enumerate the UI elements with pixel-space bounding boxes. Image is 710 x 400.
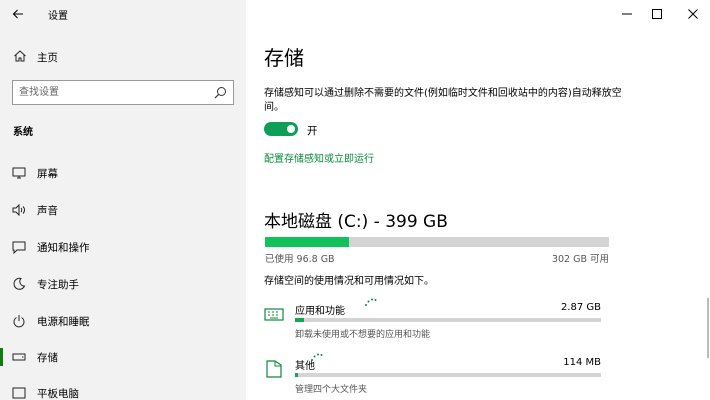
available-space-label: 302 GB 可用 bbox=[551, 254, 609, 265]
search-input[interactable] bbox=[19, 85, 209, 100]
category-usage-bar bbox=[295, 373, 601, 377]
home-label: 主页 bbox=[37, 52, 58, 64]
sidebar-item-display[interactable]: 屏幕 bbox=[0, 158, 246, 188]
category-subtitle: 卸载未使用或不想要的应用和功能 bbox=[295, 330, 431, 340]
usage-intro: 存储空间的使用情况和可用情况如下。 bbox=[264, 276, 434, 287]
speaker-icon bbox=[12, 203, 25, 217]
message-icon bbox=[12, 241, 26, 254]
toggle-state-label: 开 bbox=[307, 125, 318, 137]
moon-icon bbox=[13, 277, 26, 290]
scrollbar-thumb[interactable] bbox=[707, 298, 709, 358]
window-title: 设置 bbox=[48, 11, 68, 22]
storage-sense-description: 存储感知可以通过删除不需要的文件(例如临时文件和回收站中的内容)自动释放空间。 bbox=[264, 88, 622, 113]
display-icon bbox=[12, 167, 26, 179]
back-button[interactable] bbox=[8, 4, 28, 24]
sidebar-item-sound[interactable]: 声音 bbox=[0, 195, 246, 225]
disk-title: 本地磁盘 (C:) - 399 GB bbox=[264, 212, 448, 232]
home-icon bbox=[14, 50, 26, 62]
category-size: 2.87 GB bbox=[560, 302, 601, 313]
home-nav-item[interactable]: 主页 bbox=[0, 45, 246, 69]
scrollbar[interactable] bbox=[706, 28, 710, 400]
loading-spinner-icon bbox=[311, 353, 323, 361]
category-size: 114 MB bbox=[563, 357, 601, 368]
search-box bbox=[12, 80, 234, 105]
category-usage-fill bbox=[295, 318, 305, 322]
category-name: 应用和功能 bbox=[295, 306, 345, 317]
sidebar: 设置 主页 系统 屏幕 声音 通知和操作 专注助手 电源和睡眠 存储 平板电脑 bbox=[0, 0, 246, 400]
disk-usage-bar bbox=[265, 237, 609, 247]
loading-spinner-icon bbox=[365, 298, 377, 306]
power-icon bbox=[13, 315, 25, 328]
main-content: 存储 存储感知可以通过删除不需要的文件(例如临时文件和回收站中的内容)自动释放空… bbox=[246, 0, 710, 400]
sidebar-item-label: 存储 bbox=[37, 352, 58, 364]
sidebar-item-label: 通知和操作 bbox=[37, 242, 90, 254]
used-space-label: 已使用 96.8 GB bbox=[265, 254, 335, 265]
sidebar-item-tablet[interactable]: 平板电脑 bbox=[0, 378, 246, 400]
storage-icon bbox=[12, 353, 26, 361]
folder-icon bbox=[266, 360, 282, 378]
keyboard-icon bbox=[264, 308, 284, 321]
sidebar-item-label: 平板电脑 bbox=[37, 388, 79, 400]
configure-storage-sense-link[interactable]: 配置存储感知或立即运行 bbox=[264, 150, 374, 165]
sidebar-item-label: 屏幕 bbox=[37, 168, 58, 180]
back-arrow-icon bbox=[12, 9, 23, 19]
category-usage-fill bbox=[295, 373, 299, 377]
category-subtitle: 管理四个大文件夹 bbox=[295, 385, 368, 395]
sidebar-item-label: 专注助手 bbox=[37, 279, 79, 291]
disk-usage-fill bbox=[265, 237, 349, 247]
category-apps-features[interactable]: 应用和功能 2.87 GB 卸载未使用或不想要的应用和功能 bbox=[264, 298, 604, 342]
sidebar-item-storage[interactable]: 存储 bbox=[0, 342, 246, 372]
sidebar-item-label: 声音 bbox=[37, 205, 58, 217]
sidebar-item-label: 电源和睡眠 bbox=[37, 316, 90, 328]
sidebar-item-notifications[interactable]: 通知和操作 bbox=[0, 232, 246, 262]
category-usage-bar bbox=[295, 318, 601, 322]
sidebar-item-focus-assist[interactable]: 专注助手 bbox=[0, 269, 246, 299]
category-other[interactable]: 其他 114 MB 管理四个大文件夹 bbox=[264, 353, 604, 397]
section-title: 系统 bbox=[13, 127, 33, 138]
storage-sense-toggle[interactable] bbox=[264, 122, 298, 136]
tablet-icon bbox=[12, 387, 26, 399]
sidebar-item-power-sleep[interactable]: 电源和睡眠 bbox=[0, 306, 246, 336]
page-title: 存储 bbox=[264, 46, 304, 70]
toggle-knob bbox=[287, 125, 295, 133]
search-icon[interactable] bbox=[214, 86, 227, 99]
title-bar: 设置 bbox=[0, 0, 246, 28]
